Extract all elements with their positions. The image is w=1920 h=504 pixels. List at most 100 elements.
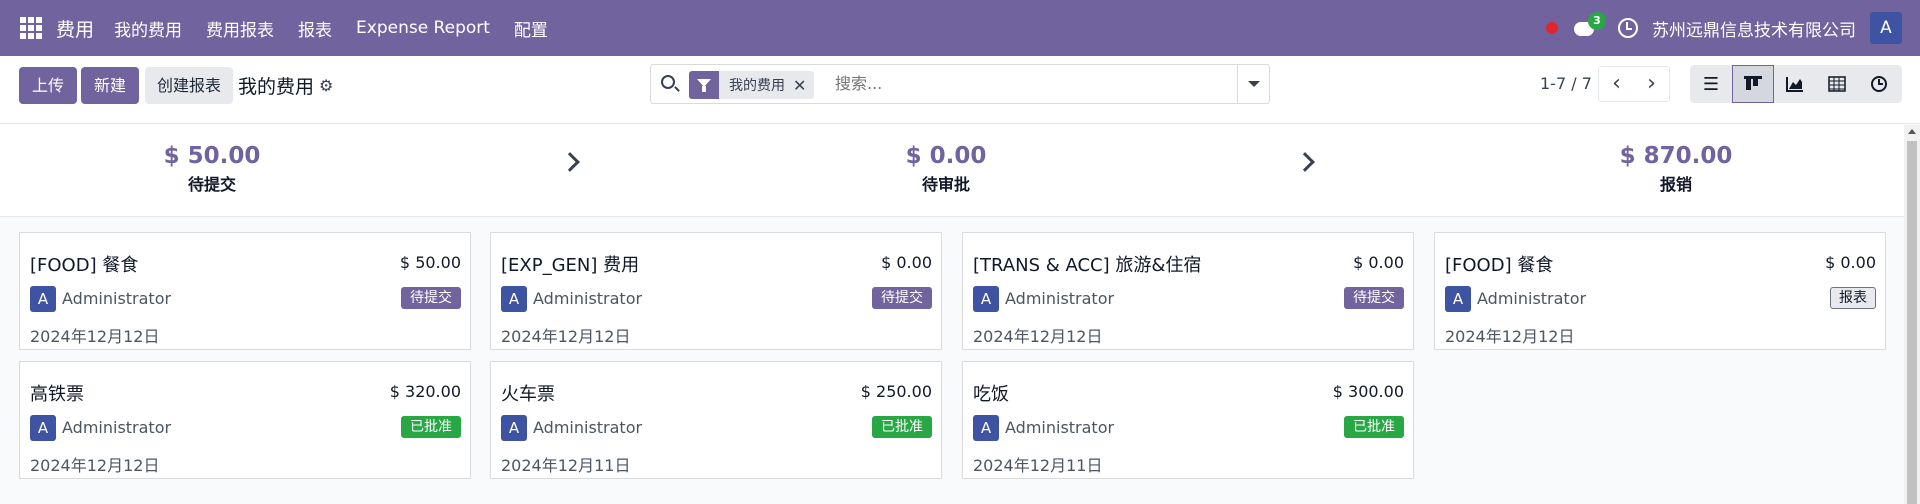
card-owner: Administrator [533,289,643,308]
page-title: 我的费用 [238,76,315,98]
card-amount: $ 0.00 [881,253,932,272]
card-amount: $ 300.00 [1332,382,1404,401]
card-date: 2024年12月12日 [1445,327,1575,346]
chevron-right-icon[interactable]: › [1634,67,1669,101]
menu-configuration[interactable]: 配置 [514,16,548,41]
kanban-view-icon[interactable] [1732,65,1774,103]
chevron-down-icon[interactable] [1237,65,1269,103]
avatar: A [30,415,56,441]
card-amount: $ 250.00 [860,382,932,401]
graph-view-icon[interactable] [1774,65,1816,103]
card-owner: Administrator [1005,418,1115,437]
stage-reimbursed[interactable]: $ 870.00 报销 [1566,143,1786,195]
stage-amount: $ 50.00 [163,143,261,169]
card-title: [EXP_GEN] 费用 [501,255,640,276]
pivot-view-icon[interactable] [1816,65,1858,103]
card-title: [FOOD] 餐食 [30,255,139,276]
upload-button[interactable]: 上传 [19,67,77,104]
card-owner: Administrator [1477,289,1587,308]
chat-icon[interactable]: 3 [1574,12,1606,38]
chevron-right-icon [560,152,580,172]
expense-card[interactable]: 高铁票 $ 320.00 A Administrator 已批准 2024年12… [19,361,471,479]
stage-label: 报销 [1659,175,1692,194]
expense-card[interactable]: [TRANS & ACC] 旅游&住宿 $ 0.00 A Administrat… [962,232,1414,350]
scrollbar[interactable] [1904,125,1920,504]
card-date: 2024年12月11日 [973,456,1103,475]
record-dot-icon[interactable] [1546,22,1558,34]
card-date: 2024年12月12日 [30,327,160,346]
user-avatar[interactable]: A [1870,12,1902,44]
menu-expense-report[interactable]: Expense Report [356,18,490,38]
apps-grid-icon[interactable] [20,17,42,39]
avatar: A [501,415,527,441]
expense-card[interactable]: [FOOD] 餐食 $ 0.00 A Administrator 报表 2024… [1434,232,1886,350]
status-badge: 待提交 [1344,287,1404,309]
list-view-icon[interactable]: ☰ [1690,65,1732,103]
menu-expense-reports[interactable]: 费用报表 [206,16,274,41]
card-amount: $ 50.00 [399,253,461,272]
status-badge: 待提交 [872,287,932,309]
status-badge: 待提交 [401,287,461,309]
scrollbar-thumb[interactable] [1907,141,1917,504]
filter-icon [689,71,719,99]
pager-value[interactable]: 1-7 / 7 [1540,74,1592,93]
pager-buttons: ‹ › [1598,66,1670,102]
status-badge: 报表 [1830,287,1876,309]
status-badge: 已批准 [1344,416,1404,438]
search-facet: 我的费用 ✕ [689,71,815,99]
stage-to-approve[interactable]: $ 0.00 待审批 [836,143,1056,195]
card-date: 2024年12月11日 [501,456,631,475]
card-date: 2024年12月12日 [973,327,1103,346]
stage-label: 待审批 [921,175,970,194]
expense-card[interactable]: 火车票 $ 250.00 A Administrator 已批准 2024年12… [490,361,942,479]
search-bar: 我的费用 ✕ [650,64,1270,104]
stage-amount: $ 870.00 [1619,143,1733,169]
avatar: A [1445,286,1471,312]
close-icon[interactable]: ✕ [793,76,814,95]
search-input[interactable] [835,74,1215,93]
new-button[interactable]: 新建 [81,67,139,104]
stage-amount: $ 0.00 [905,143,987,169]
view-switcher: ☰ [1690,65,1902,103]
chevron-left-icon[interactable]: ‹ [1599,67,1634,101]
create-report-button[interactable]: 创建报表 [145,67,233,104]
app-name[interactable]: 费用 [56,15,94,42]
menu-reporting[interactable]: 报表 [298,16,332,41]
card-title: 高铁票 [30,384,84,405]
activity-view-icon[interactable] [1858,65,1900,103]
card-owner: Administrator [62,418,172,437]
activity-clock-icon[interactable] [1618,18,1638,38]
card-amount: $ 320.00 [389,382,461,401]
control-panel: 上传 新建 创建报表 我的费用 ⚙ 我的费用 ✕ 1-7 / 7 ‹ › ☰ [0,56,1920,124]
card-amount: $ 0.00 [1825,253,1876,272]
avatar: A [973,415,999,441]
gear-icon[interactable]: ⚙ [319,76,333,95]
chat-count-badge: 3 [1588,12,1606,30]
card-title: 火车票 [501,384,555,405]
avatar: A [501,286,527,312]
expense-card[interactable]: [FOOD] 餐食 $ 50.00 A Administrator 待提交 20… [19,232,471,350]
scroll-up-icon[interactable] [1908,129,1916,134]
card-date: 2024年12月12日 [30,456,160,475]
expense-card[interactable]: 吃饭 $ 300.00 A Administrator 已批准 2024年12月… [962,361,1414,479]
status-badge: 已批准 [401,416,461,438]
search-icon[interactable] [661,75,675,89]
card-date: 2024年12月12日 [501,327,631,346]
expense-card[interactable]: [EXP_GEN] 费用 $ 0.00 A Administrator 待提交 … [490,232,942,350]
card-owner: Administrator [533,418,643,437]
card-title: 吃饭 [973,384,1009,405]
card-title: [FOOD] 餐食 [1445,255,1554,276]
navbar-systray: 3 苏州远鼎信息技术有限公司 A [1546,0,1920,56]
facet-label: 我的费用 [729,78,785,94]
card-title: [TRANS & ACC] 旅游&住宿 [973,255,1202,276]
stage-summary: $ 50.00 待提交 $ 0.00 待审批 $ 870.00 报销 [0,125,1904,217]
top-navbar: 费用 我的费用 费用报表 报表 Expense Report 配置 3 苏州远鼎… [0,0,1920,56]
avatar: A [30,286,56,312]
chevron-right-icon [1295,152,1315,172]
stage-label: 待提交 [187,175,236,194]
stage-to-submit[interactable]: $ 50.00 待提交 [102,143,322,195]
company-switcher[interactable]: 苏州远鼎信息技术有限公司 [1652,16,1856,41]
status-badge: 已批准 [872,416,932,438]
menu-my-expenses[interactable]: 我的费用 [114,16,182,41]
card-owner: Administrator [62,289,172,308]
